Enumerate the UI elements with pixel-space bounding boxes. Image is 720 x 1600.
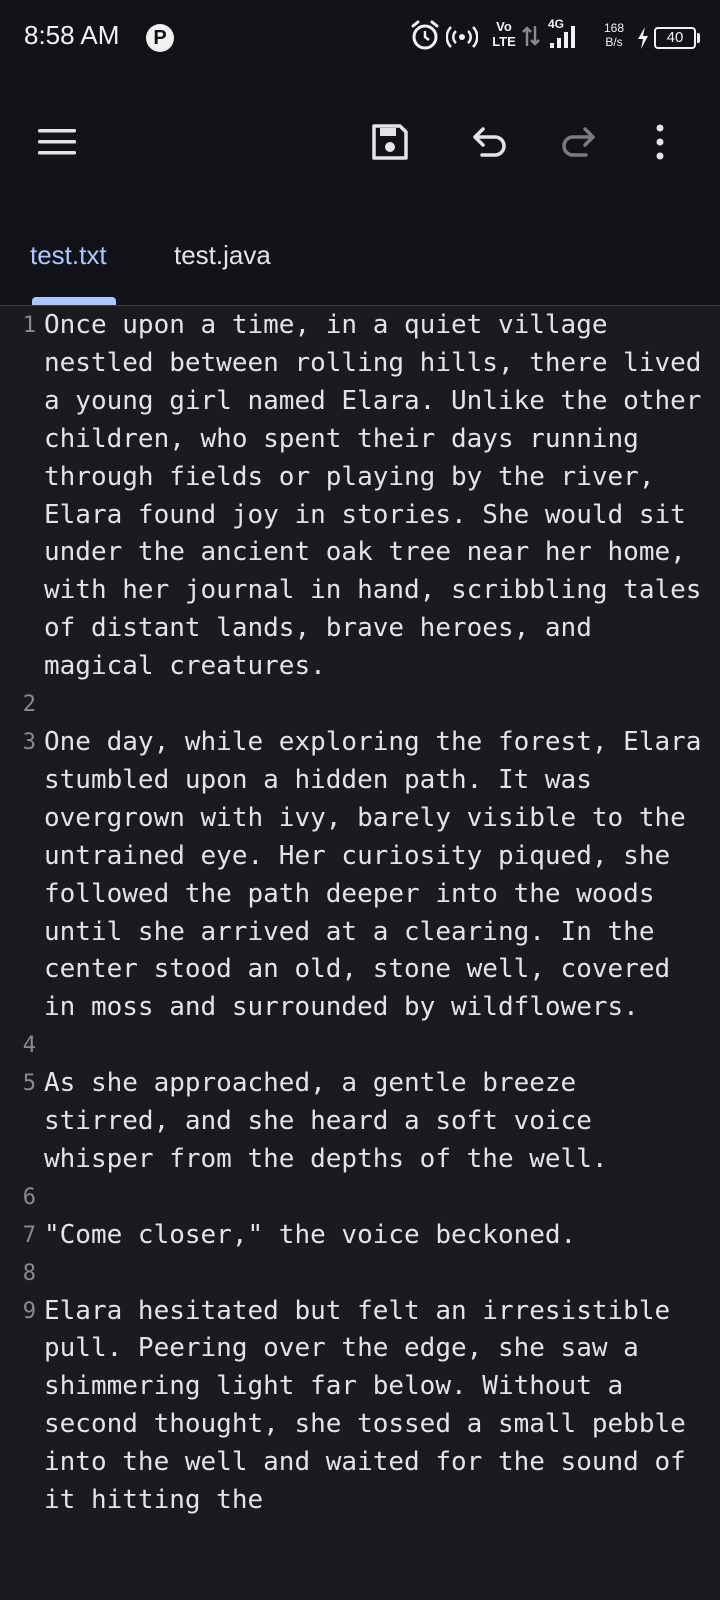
line-number: 6 <box>22 1184 36 1210</box>
line-text[interactable]: As she approached, a gentle breeze stirr… <box>40 1065 720 1179</box>
menu-icon <box>37 127 77 161</box>
editor-line[interactable]: 6​ <box>0 1179 720 1217</box>
redo-icon <box>559 125 597 163</box>
network-type-label: 4G <box>548 17 565 31</box>
menu-button[interactable] <box>29 116 85 172</box>
battery-icon: 40 <box>654 27 696 49</box>
status-bar: 8:58 AM P Vo LTE 4G 168 B/s 40 <box>0 0 720 76</box>
line-number: 5 <box>22 1071 36 1097</box>
more-options-button[interactable] <box>632 116 688 172</box>
editor-line[interactable]: 4​ <box>0 1027 720 1065</box>
signal-icon: 4G <box>546 17 580 55</box>
hotspot-icon <box>445 18 479 56</box>
text-editor-app: 8:58 AM P Vo LTE 4G 168 B/s 40 test.txt … <box>0 0 720 1600</box>
more-options-icon <box>655 124 665 164</box>
editor-line[interactable]: 8​ <box>0 1255 720 1293</box>
network-speed-value: 168 <box>603 21 625 35</box>
line-number: 2 <box>22 692 36 718</box>
volte-indicator: Vo LTE <box>490 19 518 49</box>
line-number: 3 <box>22 729 36 755</box>
charging-icon <box>636 26 650 54</box>
editor-line[interactable]: 9 Elara hesitated but felt an irresistibl… <box>0 1293 720 1520</box>
app-badge-icon: P <box>146 24 174 52</box>
status-time: 8:58 AM <box>24 20 120 50</box>
editor-line[interactable]: 3 One day, while exploring the forest, El… <box>0 724 720 1027</box>
line-text[interactable]: "Come closer," the voice beckoned. <box>40 1217 720 1255</box>
editor-line[interactable]: 7 "Come closer," the voice beckoned. <box>0 1217 720 1255</box>
file-tabs: test.txt test.java <box>0 210 720 306</box>
undo-icon <box>471 125 509 163</box>
volte-top-label: Vo <box>496 19 512 34</box>
save-icon <box>370 122 410 166</box>
line-number: 1 <box>22 313 36 338</box>
battery-level: 40 <box>666 29 684 46</box>
save-button[interactable] <box>362 116 418 172</box>
undo-button[interactable] <box>462 116 518 172</box>
alarm-icon <box>410 18 440 56</box>
network-speed: 168 B/s <box>600 21 628 49</box>
line-number: 8 <box>22 1260 36 1286</box>
line-number: 9 <box>22 1298 36 1324</box>
editor-line[interactable]: 1 Once upon a time, in a quiet village ne… <box>0 307 720 686</box>
line-number: 4 <box>22 1033 36 1059</box>
editor-area[interactable]: 1 Once upon a time, in a quiet village ne… <box>0 307 720 1600</box>
line-text[interactable]: One day, while exploring the forest, Ela… <box>40 724 720 1027</box>
line-text[interactable]: ​ <box>40 1179 720 1217</box>
tab-test-txt[interactable]: test.txt <box>30 240 107 271</box>
toolbar <box>0 76 720 210</box>
line-text[interactable]: ​ <box>40 1027 720 1065</box>
line-text[interactable]: Elara hesitated but felt an irresistible… <box>40 1293 720 1520</box>
tab-test-java[interactable]: test.java <box>174 240 271 271</box>
editor-line[interactable]: 5 As she approached, a gentle breeze stir… <box>0 1065 720 1179</box>
volte-bottom-label: LTE <box>492 34 516 49</box>
redo-button[interactable] <box>550 116 606 172</box>
battery-tip <box>697 33 700 43</box>
network-speed-unit: B/s <box>605 35 623 49</box>
line-text[interactable]: ​ <box>40 686 720 724</box>
line-number: 7 <box>22 1222 36 1248</box>
active-tab-indicator <box>32 297 116 305</box>
editor-line[interactable]: 2​ <box>0 686 720 724</box>
line-text[interactable]: Once upon a time, in a quiet village nes… <box>40 307 720 686</box>
line-text[interactable]: ​ <box>40 1255 720 1293</box>
data-transfer-icon <box>522 18 540 56</box>
